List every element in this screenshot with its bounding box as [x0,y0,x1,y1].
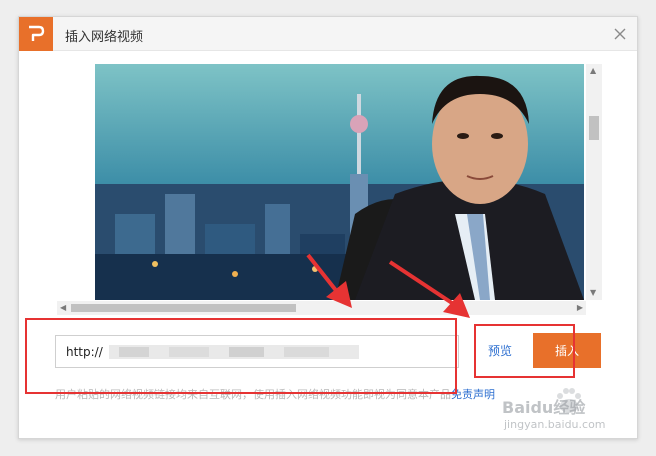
scroll-down-icon[interactable]: ▼ [590,289,596,297]
vertical-scrollbar[interactable]: ▲ ▼ [586,64,602,300]
horizontal-scroll-thumb[interactable] [71,304,296,312]
disclaimer-link[interactable]: 免责声明 [451,388,495,401]
close-icon[interactable] [611,25,629,43]
dialog-titlebar: 插入网络视频 [19,17,637,51]
scroll-right-icon[interactable]: ▶ [577,303,583,313]
horizontal-scrollbar[interactable]: ◀ ▶ [57,301,586,315]
video-preview-area: ▲ ▼ ◀ ▶ [57,64,602,315]
annotation-box-url [25,318,457,394]
video-frame[interactable] [95,64,584,300]
scroll-up-icon[interactable]: ▲ [590,67,596,75]
app-logo-icon [19,17,53,51]
annotation-box-actions [474,324,575,378]
dialog-title: 插入网络视频 [65,30,144,45]
scroll-left-icon[interactable]: ◀ [60,303,66,313]
vertical-scroll-thumb[interactable] [589,116,599,140]
